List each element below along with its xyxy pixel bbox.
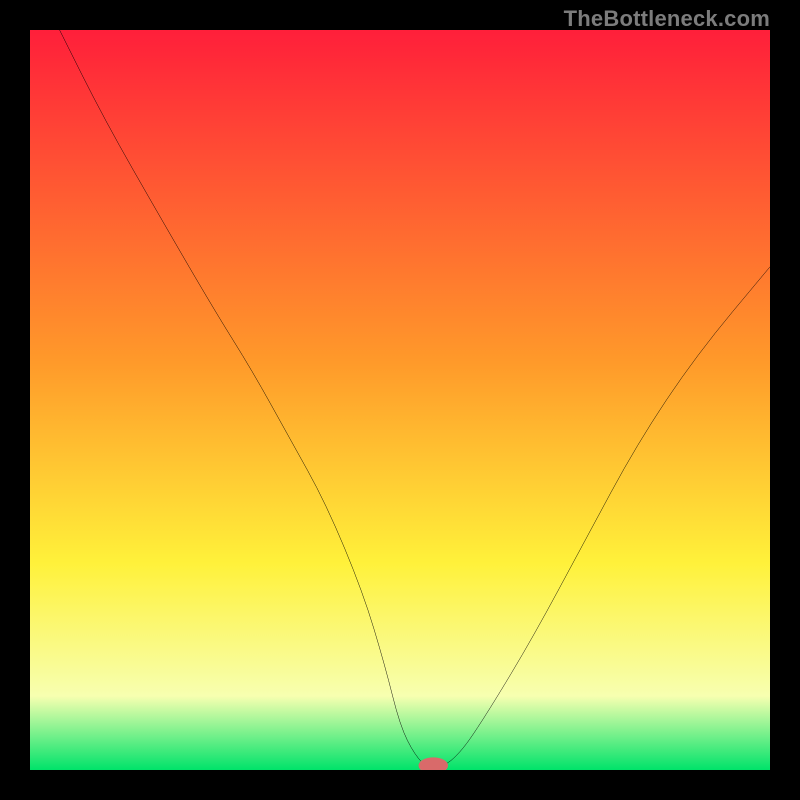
bottleneck-chart <box>30 30 770 770</box>
gradient-bg <box>30 30 770 770</box>
watermark-label: TheBottleneck.com <box>564 6 770 32</box>
chart-frame: { "watermark": "TheBottleneck.com", "col… <box>0 0 800 800</box>
